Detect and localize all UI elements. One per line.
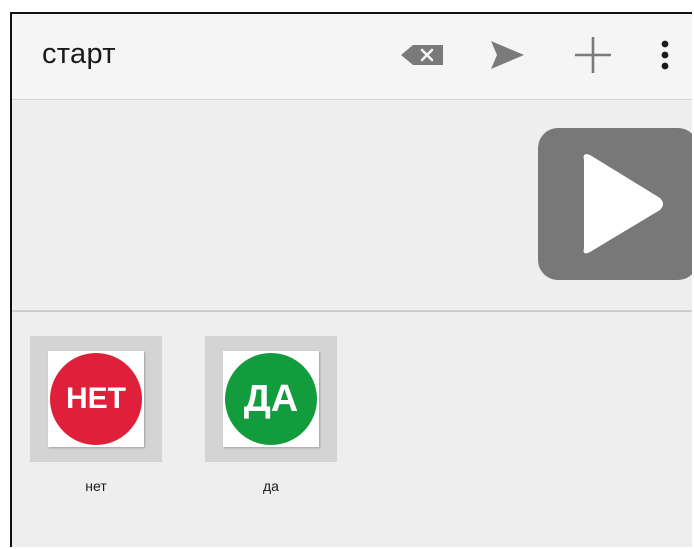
board-title: старт <box>42 38 116 70</box>
symbol-image-card: ДА <box>223 351 319 447</box>
message-bar <box>12 100 692 311</box>
send-icon <box>491 41 524 69</box>
net-symbol-image-text: НЕТ <box>66 382 126 415</box>
backspace-clear-icon <box>401 45 443 65</box>
more-vert-icon <box>661 40 669 70</box>
add-button[interactable] <box>570 34 616 76</box>
send-button[interactable] <box>486 34 532 76</box>
symbol-tile-background: ДА <box>205 336 337 462</box>
top-app-bar: старт <box>12 14 692 100</box>
add-icon <box>575 37 611 73</box>
symbol-tile-net[interactable]: НЕТ нет <box>30 336 162 494</box>
da-symbol-image: ДА <box>225 353 317 445</box>
da-symbol-image-text: ДА <box>243 377 299 420</box>
symbol-label: да <box>263 478 279 494</box>
speak-play-button[interactable] <box>538 128 692 280</box>
clear-message-button[interactable] <box>399 34 445 76</box>
symbol-label: нет <box>85 478 107 494</box>
app-window: старт НЕТ нет ДА да <box>10 12 692 547</box>
symbol-board: НЕТ нет ДА да <box>12 312 692 547</box>
more-options-button[interactable] <box>650 34 680 76</box>
play-icon <box>583 154 663 254</box>
symbol-image-card: НЕТ <box>48 351 144 447</box>
symbol-tile-background: НЕТ <box>30 336 162 462</box>
symbol-tile-da[interactable]: ДА да <box>205 336 337 494</box>
net-symbol-image: НЕТ <box>50 353 142 445</box>
